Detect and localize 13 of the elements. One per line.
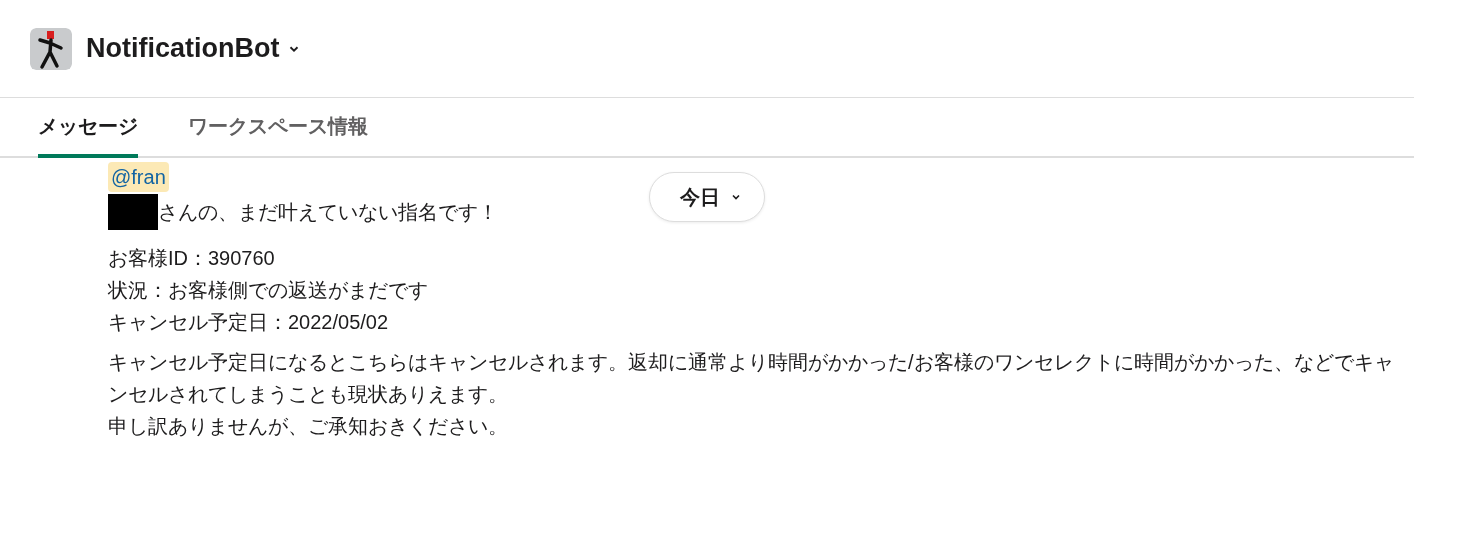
redaction-block xyxy=(108,194,158,230)
message-text: お客様ID：390760 xyxy=(108,246,276,271)
tab[interactable]: ワークスペース情報 xyxy=(188,98,368,158)
message-text: キャンセル予定日になるとこちらはキャンセルされます。返却に通常より時間がかかった/お客様のワンセレクトに時間がかかった、などでキャンセルされてしまうことも現状ありえます。 xyxy=(108,350,1395,407)
bot-name-button[interactable]: NotificationBot xyxy=(86,33,302,64)
message-text: さんの、まだ叶えていない指名です！ xyxy=(158,199,498,225)
message-text: 申し訳ありませんが、ご承知おきください。 xyxy=(108,414,509,439)
date-divider-button[interactable]: 今日 xyxy=(649,172,765,222)
bot-avatar xyxy=(30,27,72,70)
mention-link[interactable]: @fran xyxy=(108,162,169,192)
message-text: 状況：お客様側での返送がまだです xyxy=(108,278,429,303)
message-text: キャンセル予定日：2022/05/02 xyxy=(108,310,390,335)
tab[interactable]: メッセージ xyxy=(38,98,138,158)
